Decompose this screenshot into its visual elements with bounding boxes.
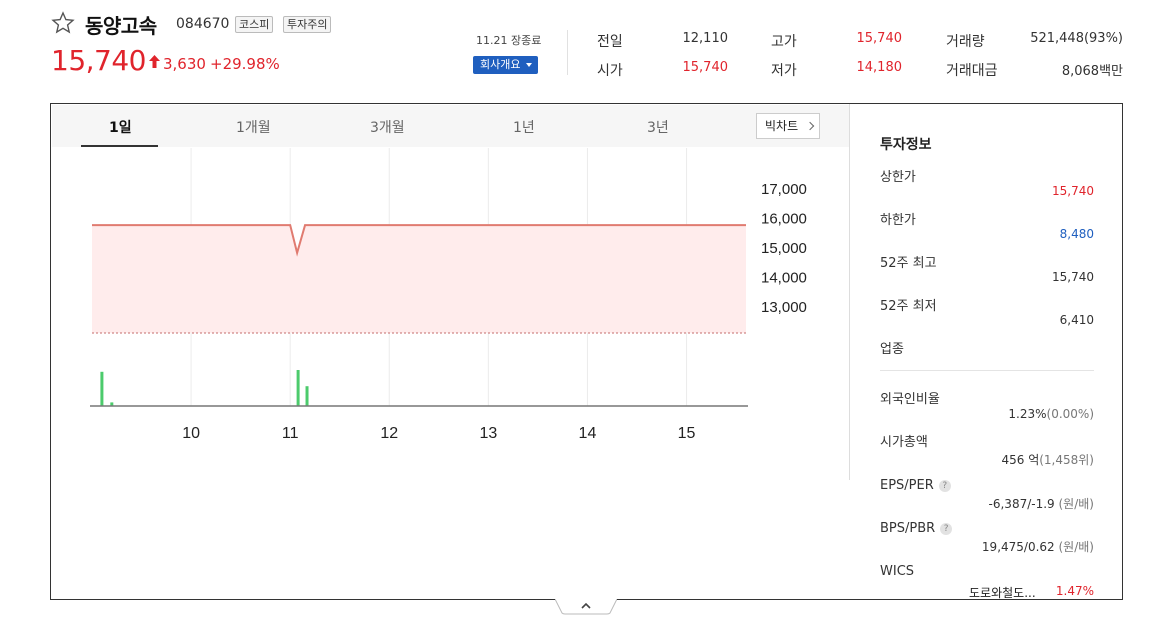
low-value: 14,180 xyxy=(856,60,903,75)
eps-per-main: -6,387/-1.9 xyxy=(988,497,1055,511)
x-tick-label: 10 xyxy=(182,425,200,442)
x-tick-label: 14 xyxy=(579,425,597,442)
volume-label: 거래량 xyxy=(946,34,985,50)
help-icon[interactable]: ? xyxy=(940,523,953,535)
x-tick-label: 15 xyxy=(678,425,696,442)
bps-pbr-unit: (원/배) xyxy=(1058,540,1095,554)
bps-pbr-label: BPS/PBR? xyxy=(880,521,953,536)
high52-value: 15,740 xyxy=(1052,270,1094,284)
foreign-ratio-main: 1.23% xyxy=(1008,407,1047,421)
lower-limit-label: 하한가 xyxy=(880,213,916,228)
price-chart[interactable]: 17,000 16,000 15,000 14,000 13,000 10 11 12 13 14… xyxy=(52,148,848,448)
lower-limit-value: 8,480 xyxy=(1059,227,1094,241)
price-area xyxy=(92,225,746,333)
invest-info-title: 투자정보 xyxy=(880,137,932,153)
wics-industry-link[interactable]: 도로와철도... xyxy=(969,584,1036,601)
tab-3month[interactable]: 3개월 xyxy=(370,117,405,137)
industry-label: 업종 xyxy=(880,342,904,357)
upper-limit-value: 15,740 xyxy=(1052,184,1094,198)
wics-label: WICS xyxy=(880,564,915,579)
x-tick-label: 12 xyxy=(380,425,398,442)
foreign-ratio-label: 외국인비율 xyxy=(880,392,940,407)
period-tab-bar: 1일 1개월 3개월 1년 3년 빅차트 xyxy=(52,105,849,147)
y-tick-label: 14,000 xyxy=(761,270,807,287)
volume-value: 521,448(93%) xyxy=(1030,31,1123,46)
stock-name: 동양고속 xyxy=(85,14,157,38)
collapse-toggle[interactable] xyxy=(555,599,617,615)
low-label: 저가 xyxy=(771,63,797,79)
chart-info-panel: 1일 1개월 3개월 1년 3년 빅차트 17,000 16,000 15,000 1… xyxy=(50,103,1123,600)
upper-limit-label: 상한가 xyxy=(880,170,916,185)
y-tick-label: 13,000 xyxy=(761,299,807,316)
market-badge: 코스피 xyxy=(235,16,274,33)
low52-label: 52주 최저 xyxy=(880,299,937,314)
stock-code: 084670 xyxy=(176,16,230,32)
eps-per-value: -6,387/-1.9 (원/배) xyxy=(989,495,1094,512)
high52-label: 52주 최고 xyxy=(880,256,937,271)
company-overview-button[interactable]: 회사개요 xyxy=(473,56,538,74)
x-tick-label: 13 xyxy=(479,425,497,442)
volume-bar xyxy=(100,371,104,406)
market-cap-rank: (1,458위) xyxy=(1039,453,1094,467)
divider xyxy=(849,104,850,480)
current-price: 15,740 xyxy=(51,44,146,77)
volume-bar xyxy=(305,386,309,406)
bps-pbr-main: 19,475/0.62 xyxy=(981,540,1055,554)
tab-1month[interactable]: 1개월 xyxy=(236,117,271,137)
foreign-ratio-value: 1.23%(0.00%) xyxy=(1008,407,1094,421)
wics-industry-rate: 1.47% xyxy=(1055,584,1094,598)
divider xyxy=(567,30,568,75)
active-tab-underline xyxy=(81,145,158,147)
tab-3year[interactable]: 3년 xyxy=(647,117,669,137)
eps-per-label: EPS/PER? xyxy=(880,478,951,493)
prev-close-label: 전일 xyxy=(597,34,623,50)
market-cap-value: 456 억(1,458위) xyxy=(1001,451,1094,468)
bps-pbr-text: BPS/PBR xyxy=(880,521,936,536)
market-cap-main: 456 xyxy=(1001,453,1025,467)
open-value: 15,740 xyxy=(682,60,729,75)
divider xyxy=(880,370,1094,371)
x-tick-label: 11 xyxy=(282,425,299,442)
market-cap-unit: 억 xyxy=(1028,453,1040,467)
tab-1year[interactable]: 1년 xyxy=(513,117,535,137)
amount-label: 거래대금 xyxy=(946,63,998,79)
help-icon[interactable]: ? xyxy=(938,480,951,492)
eps-per-unit: (원/배) xyxy=(1058,497,1095,511)
company-overview-label: 회사개요 xyxy=(480,58,521,71)
eps-per-text: EPS/PER xyxy=(880,478,934,493)
high-label: 고가 xyxy=(771,34,797,50)
up-arrow-icon xyxy=(149,55,160,68)
bps-pbr-value: 19,475/0.62 (원/배) xyxy=(982,538,1094,555)
volume-bar xyxy=(296,370,300,406)
foreign-ratio-change: (0.00%) xyxy=(1046,407,1094,421)
low52-value: 6,410 xyxy=(1059,313,1094,327)
y-tick-label: 17,000 xyxy=(761,181,807,198)
warning-badge: 투자주의 xyxy=(283,16,332,33)
y-tick-label: 15,000 xyxy=(761,240,807,257)
market-cap-label: 시가총액 xyxy=(880,435,928,450)
amount-value: 8,068백만 xyxy=(1061,64,1123,79)
big-chart-label: 빅차트 xyxy=(765,119,799,133)
y-tick-label: 16,000 xyxy=(761,211,807,228)
price-change: 3,630 xyxy=(163,55,206,73)
open-label: 시가 xyxy=(597,63,623,79)
high-value: 15,740 xyxy=(856,31,903,46)
big-chart-button[interactable]: 빅차트 xyxy=(756,113,820,139)
chevron-right-icon xyxy=(805,121,815,131)
prev-close-value: 12,110 xyxy=(682,31,729,46)
favorite-star-icon[interactable] xyxy=(51,11,75,35)
tab-1day[interactable]: 1일 xyxy=(109,117,132,137)
price-change-rate: +29.98% xyxy=(210,55,280,73)
market-close-time: 11.21 장종료 xyxy=(476,34,542,47)
caret-down-icon xyxy=(526,63,532,67)
